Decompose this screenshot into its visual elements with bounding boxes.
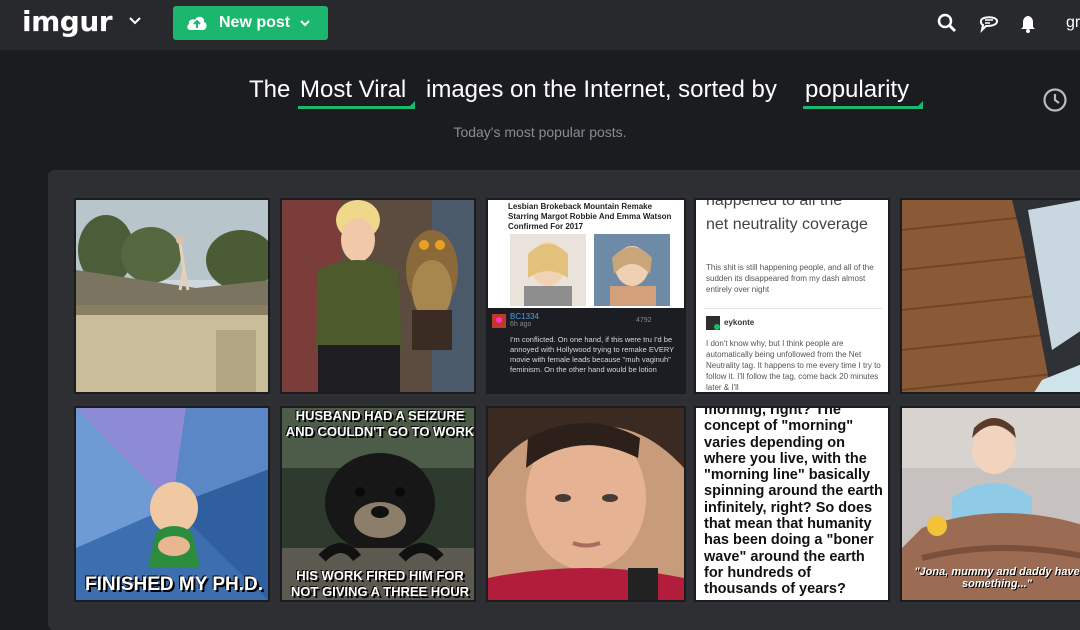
article-photos [510, 234, 670, 306]
post-body: This shit is still happening people, and… [706, 263, 874, 294]
meme-top-caption: HUSBAND HAD A SEIZURE AND COULDN'T GO TO… [285, 408, 475, 439]
avatar [492, 314, 506, 328]
meme-caption: FINISHED MY PH.D. [84, 574, 264, 595]
post-tile-rooftop[interactable] [74, 198, 270, 394]
reblog-body: I don't know why, but I think people are… [706, 339, 881, 392]
post-tile-toddler[interactable]: "Jona, mummy and daddy have something...… [900, 406, 1080, 602]
comment-points: 4792 [636, 317, 652, 324]
chat-icon[interactable] [978, 12, 1000, 34]
comment-time: 6h ago [510, 321, 532, 328]
post-thumbnail [488, 408, 684, 600]
reblog-user: eykonte [724, 318, 755, 327]
bell-icon[interactable] [1017, 12, 1039, 34]
post-thumbnail [282, 200, 474, 392]
username[interactable]: gr [1066, 14, 1080, 32]
post-tile-owl[interactable] [280, 198, 476, 394]
upload-cloud-icon [187, 16, 207, 30]
section-underline [298, 106, 415, 109]
post-tile-floor[interactable] [900, 198, 1080, 394]
post-tile-confession-bear[interactable]: HUSBAND HAD A SEIZURE AND COULDN'T GO TO… [280, 406, 476, 602]
image-caption: "Jona, mummy and daddy have something...… [914, 566, 1080, 590]
new-post-button[interactable]: New post [173, 6, 328, 40]
post-tile-selfie[interactable] [486, 406, 686, 602]
sort-selector[interactable]: popularity [805, 76, 909, 104]
search-icon[interactable] [936, 12, 958, 34]
post-tile-success-kid[interactable]: FINISHED MY PH.D. [74, 406, 270, 602]
comment-user: BC1334 [510, 312, 539, 321]
headline-middle: images on the Internet, sorted by [426, 76, 777, 103]
chevron-down-icon [300, 20, 310, 27]
clock-icon[interactable] [1042, 87, 1068, 113]
post-heading-partial: happened to all the [706, 198, 843, 209]
post-text: morning, right? The concept of "morning"… [704, 406, 883, 598]
article-image: Lesbian Brokeback Mountain Remake Starri… [488, 200, 684, 308]
avatar [706, 316, 720, 330]
comment-text: I'm conflicted. On one hand, if this wer… [510, 335, 674, 374]
headline-prefix: The [249, 76, 291, 103]
page-headline: The Most Viral images on the Internet, s… [0, 76, 1080, 116]
sort-underline [803, 106, 923, 109]
article-title: Lesbian Brokeback Mountain Remake Starri… [508, 202, 672, 231]
post-thumbnail [76, 200, 268, 392]
post-tile-article[interactable]: Lesbian Brokeback Mountain Remake Starri… [486, 198, 686, 394]
post-thumbnail [76, 408, 268, 600]
chevron-down-icon[interactable] [128, 14, 142, 28]
new-post-label: New post [219, 14, 291, 31]
post-tile-net-neutrality[interactable]: happened to all the net neutrality cover… [694, 198, 890, 394]
sort-dropdown-tip [918, 101, 923, 106]
meme-bottom-caption: HIS WORK FIRED HIM FOR NOT GIVING A THRE… [290, 568, 470, 599]
section-dropdown-tip [410, 101, 415, 106]
post-heading: net neutrality coverage [706, 216, 868, 233]
divider [704, 308, 882, 309]
imgur-logo[interactable]: imgur [22, 5, 113, 38]
section-selector[interactable]: Most Viral [300, 76, 406, 104]
top-bar: imgur New post gr [0, 0, 1080, 50]
page-subtitle: Today's most popular posts. [453, 124, 627, 140]
post-thumbnail [902, 200, 1080, 392]
post-tile-morning-text[interactable]: morning, right? The concept of "morning"… [694, 406, 890, 602]
